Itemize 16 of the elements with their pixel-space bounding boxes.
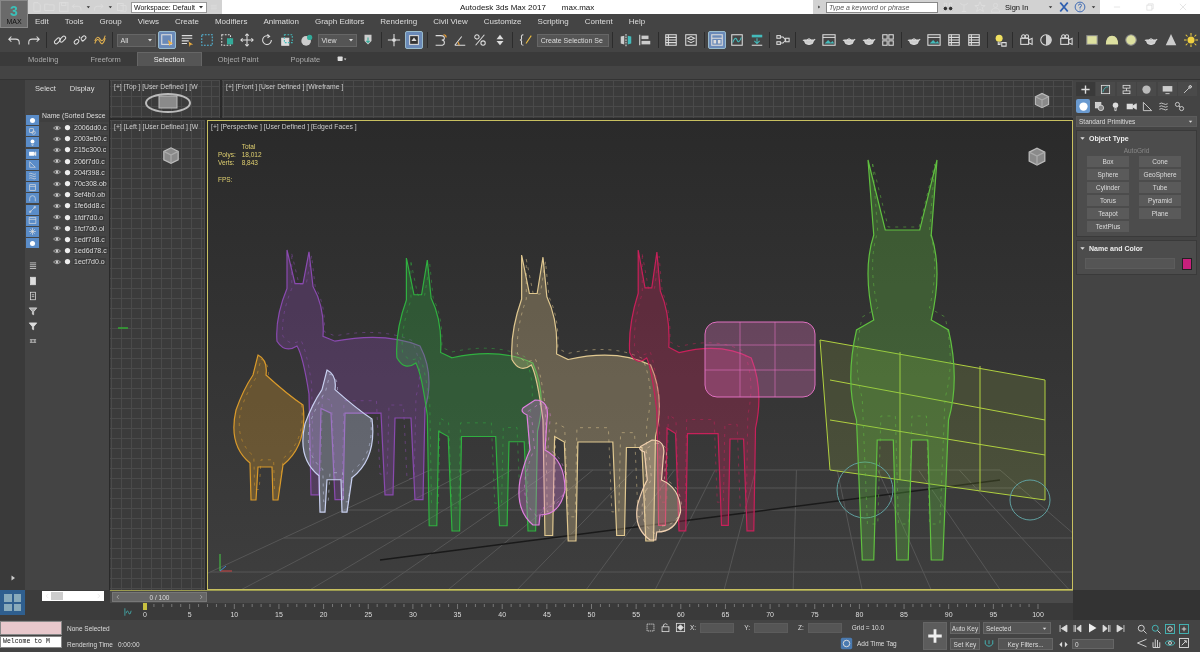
menu-item[interactable]: Scripting (537, 16, 569, 26)
app-title: Autodesk 3ds Max 2017 (460, 2, 546, 12)
menu-item[interactable]: Rendering (380, 16, 418, 26)
menu-item[interactable]: Graph Editors (314, 16, 365, 26)
menu-item[interactable]: Views (137, 16, 159, 26)
menu-item[interactable]: Content (584, 16, 613, 26)
menu-item[interactable]: Edit (35, 16, 49, 26)
file-name: max.max (561, 2, 595, 12)
menu-item[interactable]: Group (99, 16, 122, 26)
menu-item[interactable]: Civil View (433, 16, 468, 26)
menu-item[interactable]: Customize (483, 16, 522, 26)
menu-item[interactable]: Modifiers (214, 16, 248, 26)
menu-item[interactable]: Help (628, 16, 646, 26)
menu-item[interactable]: Tools (64, 16, 84, 26)
menu-item[interactable]: Create (174, 16, 199, 26)
menu-item[interactable]: Animation (263, 16, 299, 26)
